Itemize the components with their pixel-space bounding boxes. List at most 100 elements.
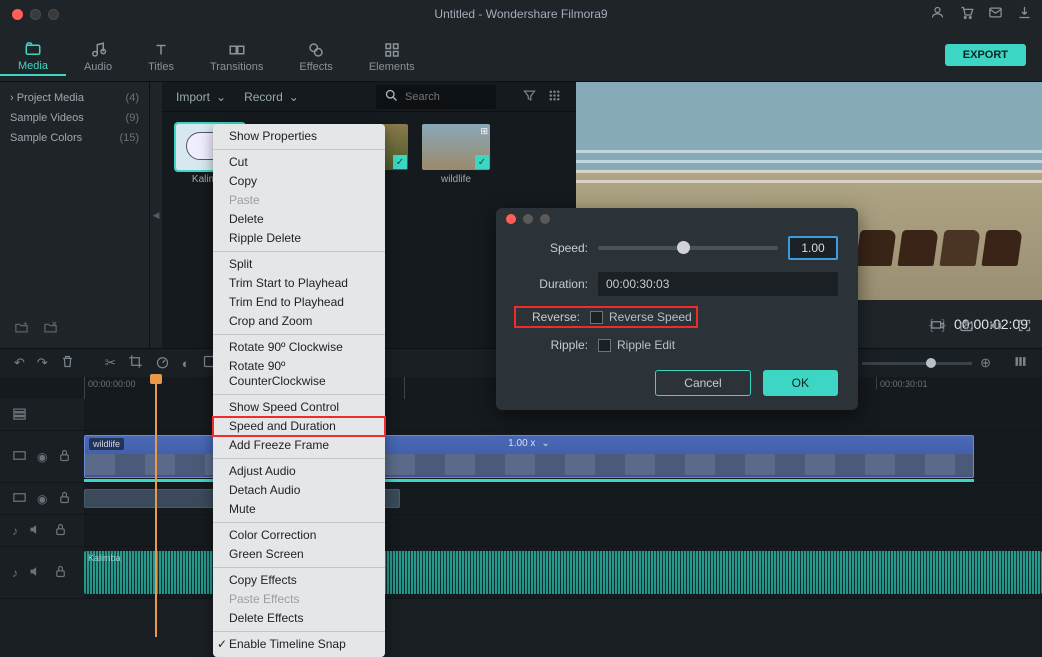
delete-icon[interactable] [60,354,75,372]
track-lock-icon[interactable] [57,448,72,466]
track-audio-icon[interactable]: ♪ [12,524,18,538]
download-icon[interactable] [1017,5,1032,23]
track-lock-icon[interactable] [53,564,68,582]
ctx-delete-effects[interactable]: Delete Effects [213,609,385,628]
ctx-mute[interactable]: Mute [213,500,385,519]
reverse-label: Reverse: [520,310,580,324]
media-thumb-wildlife[interactable]: ⊞ ✓ wildlife [422,124,490,185]
speed-slider[interactable] [598,246,778,250]
ripple-label: Ripple: [516,338,588,352]
tab-transitions[interactable]: Transitions [192,35,281,75]
minimize-window[interactable] [30,9,41,20]
grid-view-icon[interactable] [547,88,562,106]
split-icon[interactable]: ✂ [105,355,116,371]
ctx-trim-end-to-playhead[interactable]: Trim End to Playhead [213,293,385,312]
ctx-rotate-90-clockwise[interactable]: Rotate 90º Clockwise [213,338,385,357]
clip-speed-indicator[interactable]: 1.00 x⌄ [508,438,550,449]
record-dropdown[interactable]: Record ⌄ [244,90,299,104]
dialog-max[interactable] [540,214,550,224]
color-icon[interactable]: ◐ [182,356,190,371]
tab-titles[interactable]: Titles [130,35,192,75]
ctx-show-speed-control[interactable]: Show Speed Control [213,398,385,417]
filter-icon[interactable] [522,88,537,106]
tab-media-label: Media [18,60,48,72]
ctx-cut[interactable]: Cut [213,153,385,172]
crop-icon[interactable] [128,354,143,372]
snapshot-to-timeline-icon[interactable] [930,318,945,336]
track-mute-icon[interactable] [28,564,43,582]
ctx-copy-effects[interactable]: Copy Effects [213,571,385,590]
ctx-enable-timeline-snap[interactable]: Enable Timeline Snap [213,635,385,654]
delete-folder-icon[interactable] [43,320,58,340]
dialog-min[interactable] [523,214,533,224]
sidebar-item-sample-videos[interactable]: Sample Videos (9) [0,108,149,128]
ctx-detach-audio[interactable]: Detach Audio [213,481,385,500]
ctx-paste: Paste [213,191,385,210]
ctx-rotate-90-counterclockwise[interactable]: Rotate 90º CounterClockwise [213,357,385,391]
track-audio-icon[interactable]: ♪ [12,566,18,580]
tab-audio[interactable]: Audio [66,35,130,75]
camera-icon[interactable] [959,318,974,336]
search-box[interactable] [376,85,496,109]
message-icon[interactable] [988,5,1003,23]
track-video-icon[interactable] [12,448,27,466]
ok-button[interactable]: OK [763,370,838,396]
ctx-crop-and-zoom[interactable]: Crop and Zoom [213,312,385,331]
sidebar-item-sample-colors[interactable]: Sample Colors (15) [0,128,149,148]
track-visible-icon[interactable]: ◉ [37,450,47,464]
duration-input[interactable] [598,272,838,296]
reverse-checkbox[interactable] [590,311,603,324]
undo-icon[interactable]: ↶ [14,355,25,371]
close-window[interactable] [12,9,23,20]
clip-label: wildlife [89,438,124,450]
sidebar-item-project-media[interactable]: › Project Media (4) [0,88,149,108]
ctx-ripple-delete[interactable]: Ripple Delete [213,229,385,248]
ripple-checkbox[interactable] [598,339,611,352]
maximize-window[interactable] [48,9,59,20]
zoom-slider[interactable] [862,362,972,365]
ctx-speed-and-duration[interactable]: Speed and Duration [213,417,385,436]
dialog-close[interactable] [506,214,516,224]
tab-elements[interactable]: Elements [351,35,433,75]
media-folder-actions [14,320,58,340]
ctx-trim-start-to-playhead[interactable]: Trim Start to Playhead [213,274,385,293]
track-lock-icon[interactable] [57,490,72,508]
speed-value-input[interactable]: 1.00 [788,236,838,260]
search-input[interactable] [405,91,485,103]
thumb-label: wildlife [422,174,490,185]
ctx-adjust-audio[interactable]: Adjust Audio [213,462,385,481]
track-video-icon[interactable] [12,490,27,508]
track-visible-icon[interactable]: ◉ [37,492,47,506]
ctx-split[interactable]: Split [213,255,385,274]
volume-icon[interactable] [988,318,1003,336]
tab-media[interactable]: Media [0,34,66,76]
sidebar-item-count: (4) [126,92,139,104]
cancel-button[interactable]: Cancel [655,370,750,396]
chevron-down-icon: ⌄ [289,90,299,104]
ctx-delete[interactable]: Delete [213,210,385,229]
fullscreen-icon[interactable] [1017,318,1032,336]
import-dropdown[interactable]: Import ⌄ [176,90,226,104]
zoom-in-icon[interactable]: ⊕ [980,355,991,371]
titlebar-actions [930,5,1032,23]
sidebar-item-label: Sample Videos [10,112,84,124]
track-lock-icon[interactable] [53,522,68,540]
speed-icon[interactable] [155,354,170,372]
ctx-show-properties[interactable]: Show Properties [213,127,385,146]
ctx-add-freeze-frame[interactable]: Add Freeze Frame [213,436,385,455]
playhead[interactable] [155,377,157,637]
redo-icon[interactable]: ↷ [37,355,48,371]
timeline-settings-icon[interactable] [1013,354,1028,372]
tab-effects[interactable]: Effects [281,35,350,75]
ctx-copy[interactable]: Copy [213,172,385,191]
cart-icon[interactable] [959,5,974,23]
sidebar-collapse-handle[interactable]: ◀ [150,82,162,348]
new-folder-icon[interactable] [14,320,29,340]
main-toolbar: Media Audio Titles Transitions Effects E… [0,28,1042,82]
ctx-green-screen[interactable]: Green Screen [213,545,385,564]
export-button[interactable]: EXPORT [945,44,1026,66]
track-manage-icon[interactable] [12,406,27,424]
account-icon[interactable] [930,5,945,23]
track-mute-icon[interactable] [28,522,43,540]
ctx-color-correction[interactable]: Color Correction [213,526,385,545]
